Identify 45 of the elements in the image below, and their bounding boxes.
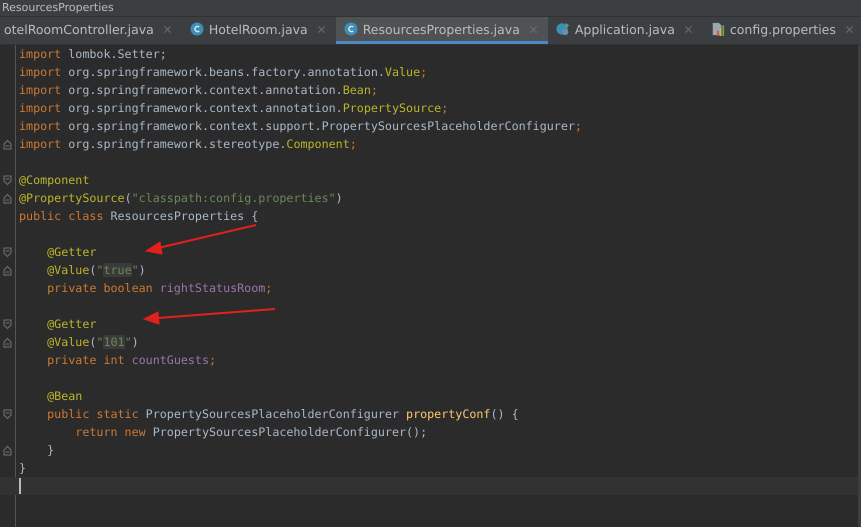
editor-tab[interactable]: ResourcesProperties.java bbox=[336, 17, 548, 44]
code-line: @Component bbox=[19, 173, 90, 187]
code-line: import org.springframework.stereotype.Component; bbox=[19, 137, 357, 151]
fold-end-icon[interactable] bbox=[3, 264, 12, 276]
code-line: public class ResourcesProperties { bbox=[19, 209, 258, 223]
code-line: @Bean bbox=[46, 389, 82, 403]
fold-end-icon[interactable] bbox=[3, 336, 12, 348]
close-icon[interactable] bbox=[684, 24, 693, 34]
code-line: private int countGuests; bbox=[46, 353, 216, 367]
fold-start-icon[interactable] bbox=[3, 318, 12, 330]
fold-start-icon[interactable] bbox=[3, 246, 12, 258]
class-icon bbox=[344, 22, 358, 36]
class-icon bbox=[190, 22, 204, 36]
code-line: @Getter bbox=[46, 317, 96, 331]
code-line: } bbox=[46, 443, 54, 457]
fold-end-icon[interactable] bbox=[3, 138, 12, 150]
close-icon[interactable] bbox=[844, 24, 854, 34]
code-line: @Value("101") bbox=[46, 335, 139, 349]
fold-end-icon[interactable] bbox=[3, 192, 12, 204]
code-line: import lombok.Setter; bbox=[19, 47, 167, 61]
code-line: return new PropertySourcesPlaceholderConfigurer(); bbox=[74, 425, 428, 439]
code-line: import org.springframework.context.support.PropertySourcesPlaceholderConfigurer; bbox=[19, 119, 582, 133]
code-line: import org.springframework.beans.factory.annotation.Value; bbox=[19, 65, 428, 79]
close-icon[interactable] bbox=[316, 24, 326, 34]
editor-tab[interactable]: otelRoomController.java bbox=[0, 17, 182, 44]
code-line: private boolean rightStatusRoom; bbox=[46, 281, 272, 295]
code-line: @Value("true") bbox=[46, 263, 146, 277]
fold-start-icon[interactable] bbox=[3, 174, 12, 186]
fold-end-icon[interactable] bbox=[3, 444, 12, 456]
properties-file-icon bbox=[710, 22, 725, 36]
editor-tab[interactable]: HotelRoom.java bbox=[182, 17, 336, 44]
code-line: import org.springframework.context.annotation.PropertySource; bbox=[19, 101, 448, 115]
window-title: ResourcesProperties bbox=[2, 1, 114, 15]
editor-tab[interactable]: config.properties bbox=[702, 17, 861, 44]
editor-tab[interactable]: Application.java bbox=[548, 17, 703, 44]
close-icon[interactable] bbox=[162, 24, 172, 34]
code-line: @Getter bbox=[46, 245, 96, 259]
code-line: public static PropertySourcesPlaceholderConfigurer propertyConf() { bbox=[46, 407, 519, 421]
text-caret bbox=[19, 478, 21, 494]
code-line: } bbox=[19, 461, 26, 475]
code-line: @PropertySource("classpath:config.properties") bbox=[19, 191, 343, 205]
class-run-icon bbox=[556, 22, 570, 36]
code-line: import org.springframework.context.annotation.Bean; bbox=[19, 83, 378, 97]
close-icon[interactable] bbox=[528, 24, 538, 34]
fold-start-icon[interactable] bbox=[3, 408, 12, 420]
